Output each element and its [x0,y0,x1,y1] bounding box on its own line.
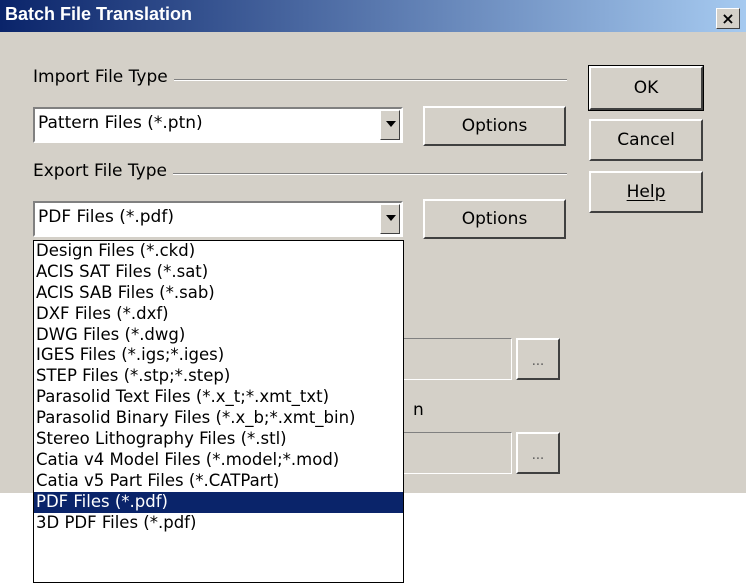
export-file-type-select[interactable]: PDF Files (*.pdf) [33,201,403,237]
dropdown-option[interactable]: PDF Files (*.pdf) [34,491,403,513]
destination-folder-field[interactable] [400,432,512,474]
source-browse-button[interactable]: ... [516,338,560,380]
import-selected-value: Pattern Files (*.ptn) [38,113,203,133]
source-folder-field[interactable] [400,338,512,380]
chevron-down-icon[interactable] [380,110,400,140]
import-group-label: Import File Type [33,67,174,87]
help-button[interactable]: Help [589,171,703,213]
chevron-down-icon[interactable] [380,204,400,234]
dropdown-option[interactable]: Catia v5 Part Files (*.CATPart) [34,471,403,492]
partial-label: n [413,400,424,420]
export-options-button[interactable]: Options [423,199,566,239]
dropdown-option[interactable]: 3D PDF Files (*.pdf) [34,513,403,534]
close-button[interactable]: × [716,8,740,29]
dropdown-option[interactable]: Catia v4 Model Files (*.model;*.mod) [34,450,403,471]
dropdown-option[interactable]: Parasolid Text Files (*.x_t;*.xmt_txt) [34,387,403,408]
export-group-label: Export File Type [33,161,173,181]
dropdown-option[interactable]: Parasolid Binary Files (*.x_b;*.xmt_bin) [34,408,403,429]
dropdown-option[interactable]: ACIS SAB Files (*.sab) [34,283,403,304]
import-options-button[interactable]: Options [423,106,566,146]
dropdown-option[interactable]: IGES Files (*.igs;*.iges) [34,345,403,366]
window-title: Batch File Translation [5,4,193,24]
export-selected-value: PDF Files (*.pdf) [38,207,174,227]
ok-button[interactable]: OK [588,65,704,111]
destination-browse-button[interactable]: ... [516,432,560,474]
export-file-type-dropdown-list[interactable]: Design Files (*.ckd) ACIS SAT Files (*.sa… [33,240,404,583]
dropdown-option[interactable]: ACIS SAT Files (*.sat) [34,262,403,283]
dropdown-option[interactable]: Design Files (*.ckd) [34,241,403,262]
dropdown-option[interactable]: DXF Files (*.dxf) [34,304,403,325]
dropdown-option[interactable]: STEP Files (*.stp;*.step) [34,366,403,387]
dropdown-option[interactable]: Stereo Lithography Files (*.stl) [34,429,403,450]
import-file-type-select[interactable]: Pattern Files (*.ptn) [33,107,403,143]
dropdown-option[interactable]: DWG Files (*.dwg) [34,325,403,346]
title-bar: Batch File Translation × [0,0,746,32]
cancel-button[interactable]: Cancel [589,119,703,161]
